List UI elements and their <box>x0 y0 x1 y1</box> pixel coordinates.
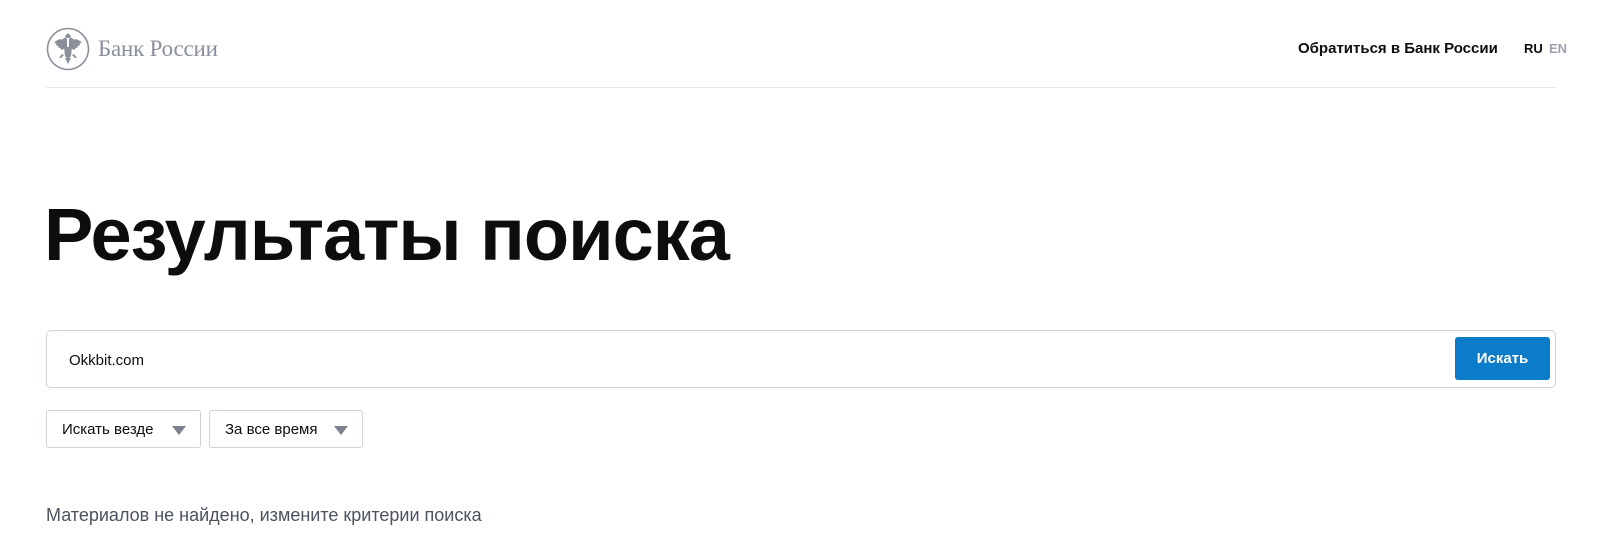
search-button[interactable]: Искать <box>1455 337 1550 380</box>
lang-en-switch[interactable]: EN <box>1549 41 1567 56</box>
filter-scope-dropdown[interactable]: Искать везде <box>46 410 201 448</box>
logo-text: Банк России <box>98 36 218 61</box>
search-bar: Искать <box>46 330 1556 389</box>
search-input[interactable] <box>67 331 1411 389</box>
chevron-down-icon <box>334 426 348 435</box>
site-header: Банк России Обратиться в Банк России RU … <box>46 0 1567 88</box>
double-headed-eagle-emblem-icon <box>46 27 90 71</box>
filter-scope-label: Искать везде <box>62 420 154 438</box>
bank-logo-link[interactable]: Банк России <box>46 27 218 71</box>
lang-ru-switch[interactable]: RU <box>1524 41 1543 56</box>
filter-period-label: За все время <box>225 420 318 438</box>
no-results-message: Материалов не найдено, измените критерии… <box>46 505 482 525</box>
filter-period-dropdown[interactable]: За все время <box>209 410 363 448</box>
chevron-down-icon <box>172 426 186 435</box>
page-title: Результаты поиска <box>44 193 730 276</box>
contact-bank-link[interactable]: Обратиться в Банк России <box>1298 40 1498 57</box>
